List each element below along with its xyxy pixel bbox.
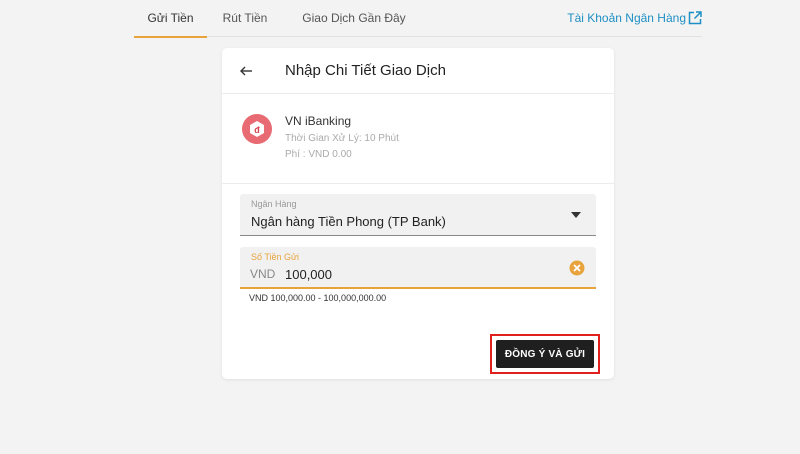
- currency-prefix: VND: [250, 267, 276, 281]
- agree-and-submit-button[interactable]: ĐỒNG Ý VÀ GỬI: [496, 340, 594, 368]
- bank-account-link-label: Tài Khoản Ngân Hàng: [567, 11, 686, 25]
- back-arrow-icon[interactable]: [238, 63, 254, 79]
- clear-input-icon[interactable]: [569, 260, 585, 276]
- external-link-icon[interactable]: [688, 11, 702, 25]
- payment-method-info: đ VN iBanking Thời Gian Xử Lý: 10 Phút P…: [222, 94, 614, 184]
- active-tab-underline: [134, 36, 207, 38]
- tab-recent-label: Giao Dịch Gần Đây: [302, 11, 406, 25]
- deposit-amount-input[interactable]: [285, 264, 545, 284]
- tab-deposit-label: Gửi Tiền: [147, 11, 194, 25]
- fee-text: Phí : VND 0.00: [285, 149, 352, 160]
- svg-text:đ: đ: [254, 125, 260, 135]
- transaction-card: Nhập Chi Tiết Giao Dịch đ VN iBanking Th…: [222, 48, 614, 379]
- bank-select[interactable]: Ngân Hàng Ngân hàng Tiền Phong (TP Bank): [240, 194, 596, 236]
- top-tab-bar: Gửi Tiền Rút Tiền Giao Dịch Gần Đây Tài …: [134, 0, 702, 38]
- method-name: VN iBanking: [285, 114, 352, 128]
- card-header: Nhập Chi Tiết Giao Dịch: [222, 48, 614, 94]
- tab-withdraw[interactable]: Rút Tiền: [219, 0, 271, 37]
- deposit-amount-label: Số Tiền Gửi: [251, 252, 300, 262]
- deposit-amount-field[interactable]: Số Tiền Gửi VND: [240, 247, 596, 289]
- tab-withdraw-label: Rút Tiền: [222, 11, 268, 25]
- amount-range-hint: VND 100,000.00 - 100,000,000.00: [249, 293, 387, 303]
- card-title: Nhập Chi Tiết Giao Dịch: [285, 62, 446, 79]
- processing-time: Thời Gian Xử Lý: 10 Phút: [285, 133, 399, 144]
- bank-select-value: Ngân hàng Tiền Phong (TP Bank): [251, 214, 446, 229]
- submit-highlight-frame: ĐỒNG Ý VÀ GỬI: [490, 334, 600, 374]
- tab-deposit[interactable]: Gửi Tiền: [134, 0, 207, 38]
- vn-ibanking-logo-icon: đ: [242, 114, 272, 144]
- dropdown-arrow-icon[interactable]: [570, 211, 582, 219]
- tab-recent-transactions[interactable]: Giao Dịch Gần Đây: [294, 0, 414, 37]
- bank-select-label: Ngân Hàng: [251, 199, 297, 209]
- bank-account-link[interactable]: Tài Khoản Ngân Hàng: [567, 0, 686, 37]
